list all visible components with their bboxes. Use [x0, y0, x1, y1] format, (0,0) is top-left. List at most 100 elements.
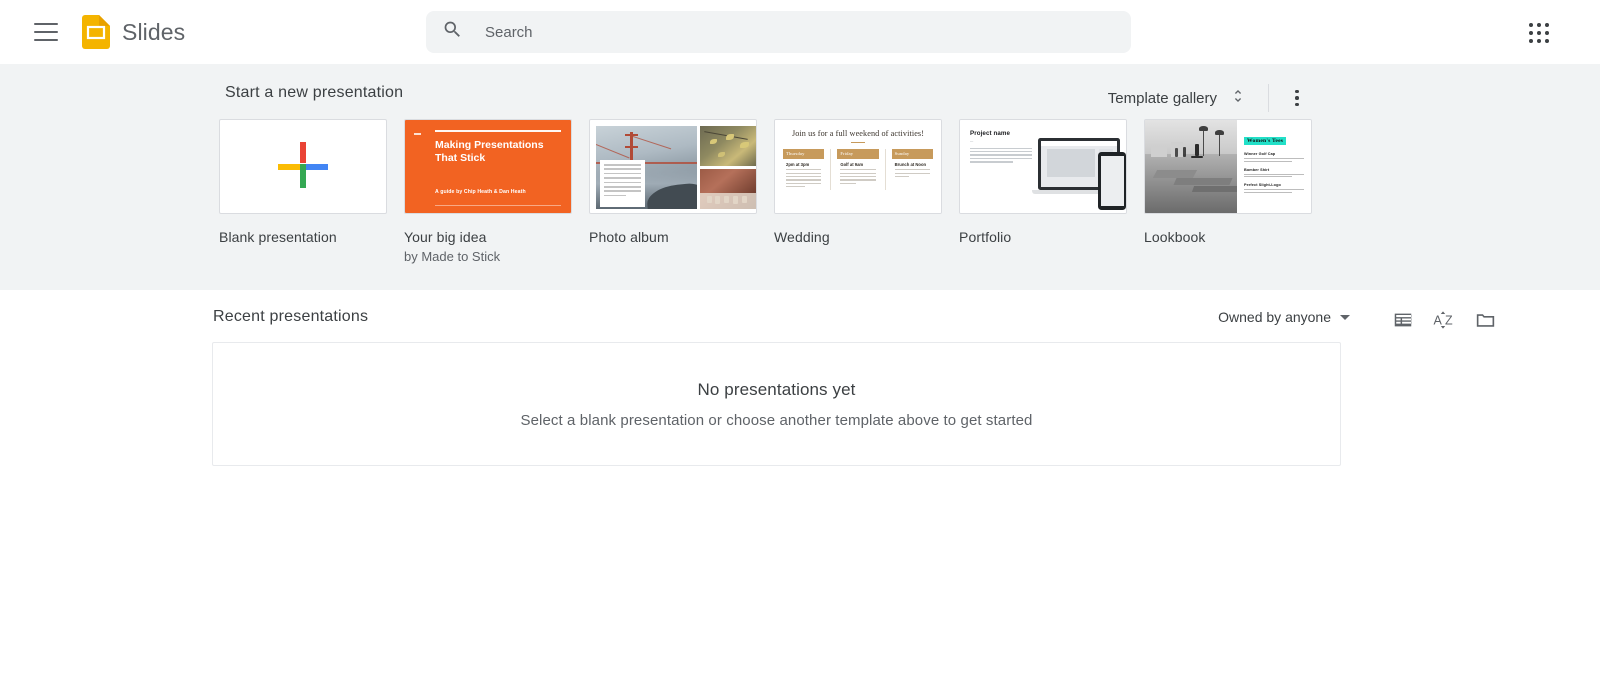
leaf	[717, 152, 725, 157]
body-line	[786, 169, 822, 171]
slides-logo-icon	[82, 15, 110, 49]
photo-right-column	[699, 126, 756, 209]
template-thumb-lookbook[interactable]: Women's Tees Winner Golf Cap Bomber Shir…	[1144, 119, 1312, 214]
browser-bar	[1041, 141, 1117, 146]
big-idea-title: Making Presentations That Stick	[435, 139, 544, 164]
caption-line	[604, 177, 641, 179]
slide-rule-bottom	[435, 205, 561, 206]
body-line	[970, 161, 1014, 163]
more-vert-icon[interactable]	[1285, 84, 1309, 112]
template-gallery-label: Template gallery	[1107, 89, 1217, 107]
template-gallery-button[interactable]: Template gallery	[1102, 82, 1252, 114]
palm-trunk	[1219, 134, 1221, 156]
slide-rule-top	[435, 130, 561, 132]
apps-dot	[1528, 30, 1533, 35]
body-line	[970, 157, 1032, 160]
template-card-portfolio[interactable]: Project name — Portfolio	[959, 119, 1127, 266]
bridge-crossbeam	[625, 146, 638, 148]
search-bar[interactable]	[426, 11, 1131, 53]
template-thumb-wedding[interactable]: Join us for a full weekend of activities…	[774, 119, 942, 214]
google-apps-grid-icon[interactable]	[1526, 20, 1552, 46]
kebab-dot	[1295, 102, 1299, 107]
body-line	[970, 150, 1032, 153]
caption-line	[604, 172, 641, 175]
skater-figure	[1195, 144, 1199, 156]
cup	[732, 196, 738, 204]
big-idea-slide: Making Presentations That Stick A guide …	[405, 120, 571, 213]
sort-az-icon[interactable]: A Z	[1424, 300, 1464, 340]
apps-dot	[1536, 30, 1541, 35]
body-line	[786, 172, 822, 174]
palm-fronds	[1215, 130, 1224, 135]
template-thumb-your-big-idea[interactable]: Making Presentations That Stick A guide …	[404, 119, 572, 214]
apps-dot	[1545, 39, 1550, 44]
template-card-your-big-idea[interactable]: Making Presentations That Stick A guide …	[404, 119, 572, 266]
body-line	[840, 169, 876, 171]
leaf	[725, 134, 734, 140]
template-sublabel: by Made to Stick	[404, 249, 501, 264]
template-thumb-photo-album[interactable]	[589, 119, 757, 214]
lookbook-entry-title: Bomber Shirt	[1244, 167, 1270, 172]
wedding-day-label: Sunday	[891, 149, 933, 159]
cup	[741, 196, 747, 203]
template-card-wedding[interactable]: Join us for a full weekend of activities…	[774, 119, 942, 266]
body-line	[970, 147, 1032, 149]
slide-dash-mark	[414, 133, 421, 135]
google-plus-icon	[220, 120, 386, 213]
apps-dot	[1536, 39, 1541, 44]
palm-trunk	[1203, 130, 1205, 156]
wedding-event-heading: 2pm at 3pm	[786, 161, 810, 167]
body-line	[840, 176, 876, 178]
plus-center	[300, 164, 306, 170]
portfolio-text: Project name —	[970, 130, 1032, 213]
lookbook-slide: Women's Tees Winner Golf Cap Bomber Shir…	[1145, 120, 1311, 213]
template-label: Portfolio	[959, 229, 1012, 245]
wedding-column: Sunday Brunch at Noon	[891, 149, 933, 190]
brand-home-link[interactable]: Slides	[82, 15, 185, 49]
svg-text:Z: Z	[1445, 314, 1453, 328]
skate-ramp	[1173, 178, 1233, 185]
caption-line	[604, 164, 641, 166]
search-input[interactable]	[485, 11, 1115, 53]
phone-mockup	[1098, 152, 1126, 210]
template-card-blank[interactable]: Blank presentation	[219, 119, 387, 266]
template-card-photo-album[interactable]: Photo album	[589, 119, 757, 266]
wedding-column: Thursday 2pm at 3pm	[783, 149, 825, 190]
photo-collage	[590, 120, 756, 213]
apps-dot	[1528, 39, 1533, 44]
hamburger-line	[34, 23, 58, 25]
lookbook-entry-title: Perfect Slight-Logo	[1244, 183, 1281, 188]
leaf	[739, 142, 749, 148]
skate-ramp	[1191, 186, 1237, 192]
cup	[723, 196, 729, 203]
wedding-event-heading: Golf at 9am	[840, 161, 864, 167]
lookbook-entry: Bomber Shirt	[1244, 168, 1304, 178]
template-card-lookbook[interactable]: Women's Tees Winner Golf Cap Bomber Shir…	[1144, 119, 1312, 266]
template-label: Photo album	[589, 229, 669, 245]
empty-state-title: No presentations yet	[697, 379, 856, 399]
bystander-figure	[1175, 148, 1178, 157]
template-thumb-portfolio[interactable]: Project name —	[959, 119, 1127, 214]
folder-icon[interactable]	[1465, 300, 1505, 340]
wedding-divider	[884, 149, 886, 190]
portfolio-title: Project name	[970, 130, 1011, 137]
photo-bridge	[596, 126, 697, 209]
body-line	[840, 179, 876, 181]
search-box[interactable]	[426, 11, 1131, 53]
hamburger-menu-icon[interactable]	[34, 23, 58, 41]
template-thumb-blank[interactable]	[219, 119, 387, 214]
bridge-crossbeam	[625, 134, 638, 136]
owner-filter-dropdown[interactable]: Owned by anyone	[1214, 303, 1354, 331]
screen-hero-block	[1047, 149, 1095, 177]
lookbook-entry: Perfect Slight-Logo	[1244, 183, 1304, 193]
skate-photo	[1145, 120, 1237, 213]
lookbook-text: Women's Tees Winner Golf Cap Bomber Shir…	[1237, 120, 1311, 213]
list-view-icon[interactable]	[1383, 300, 1423, 340]
template-list: Blank presentation Making Presentations …	[219, 119, 1312, 266]
empty-state-subtitle: Select a blank presentation or choose an…	[520, 411, 1033, 429]
hamburger-line	[34, 31, 58, 33]
cup	[714, 196, 720, 204]
bystander-figure	[1183, 147, 1186, 157]
body-line	[970, 154, 1032, 156]
body-line	[1244, 158, 1304, 159]
